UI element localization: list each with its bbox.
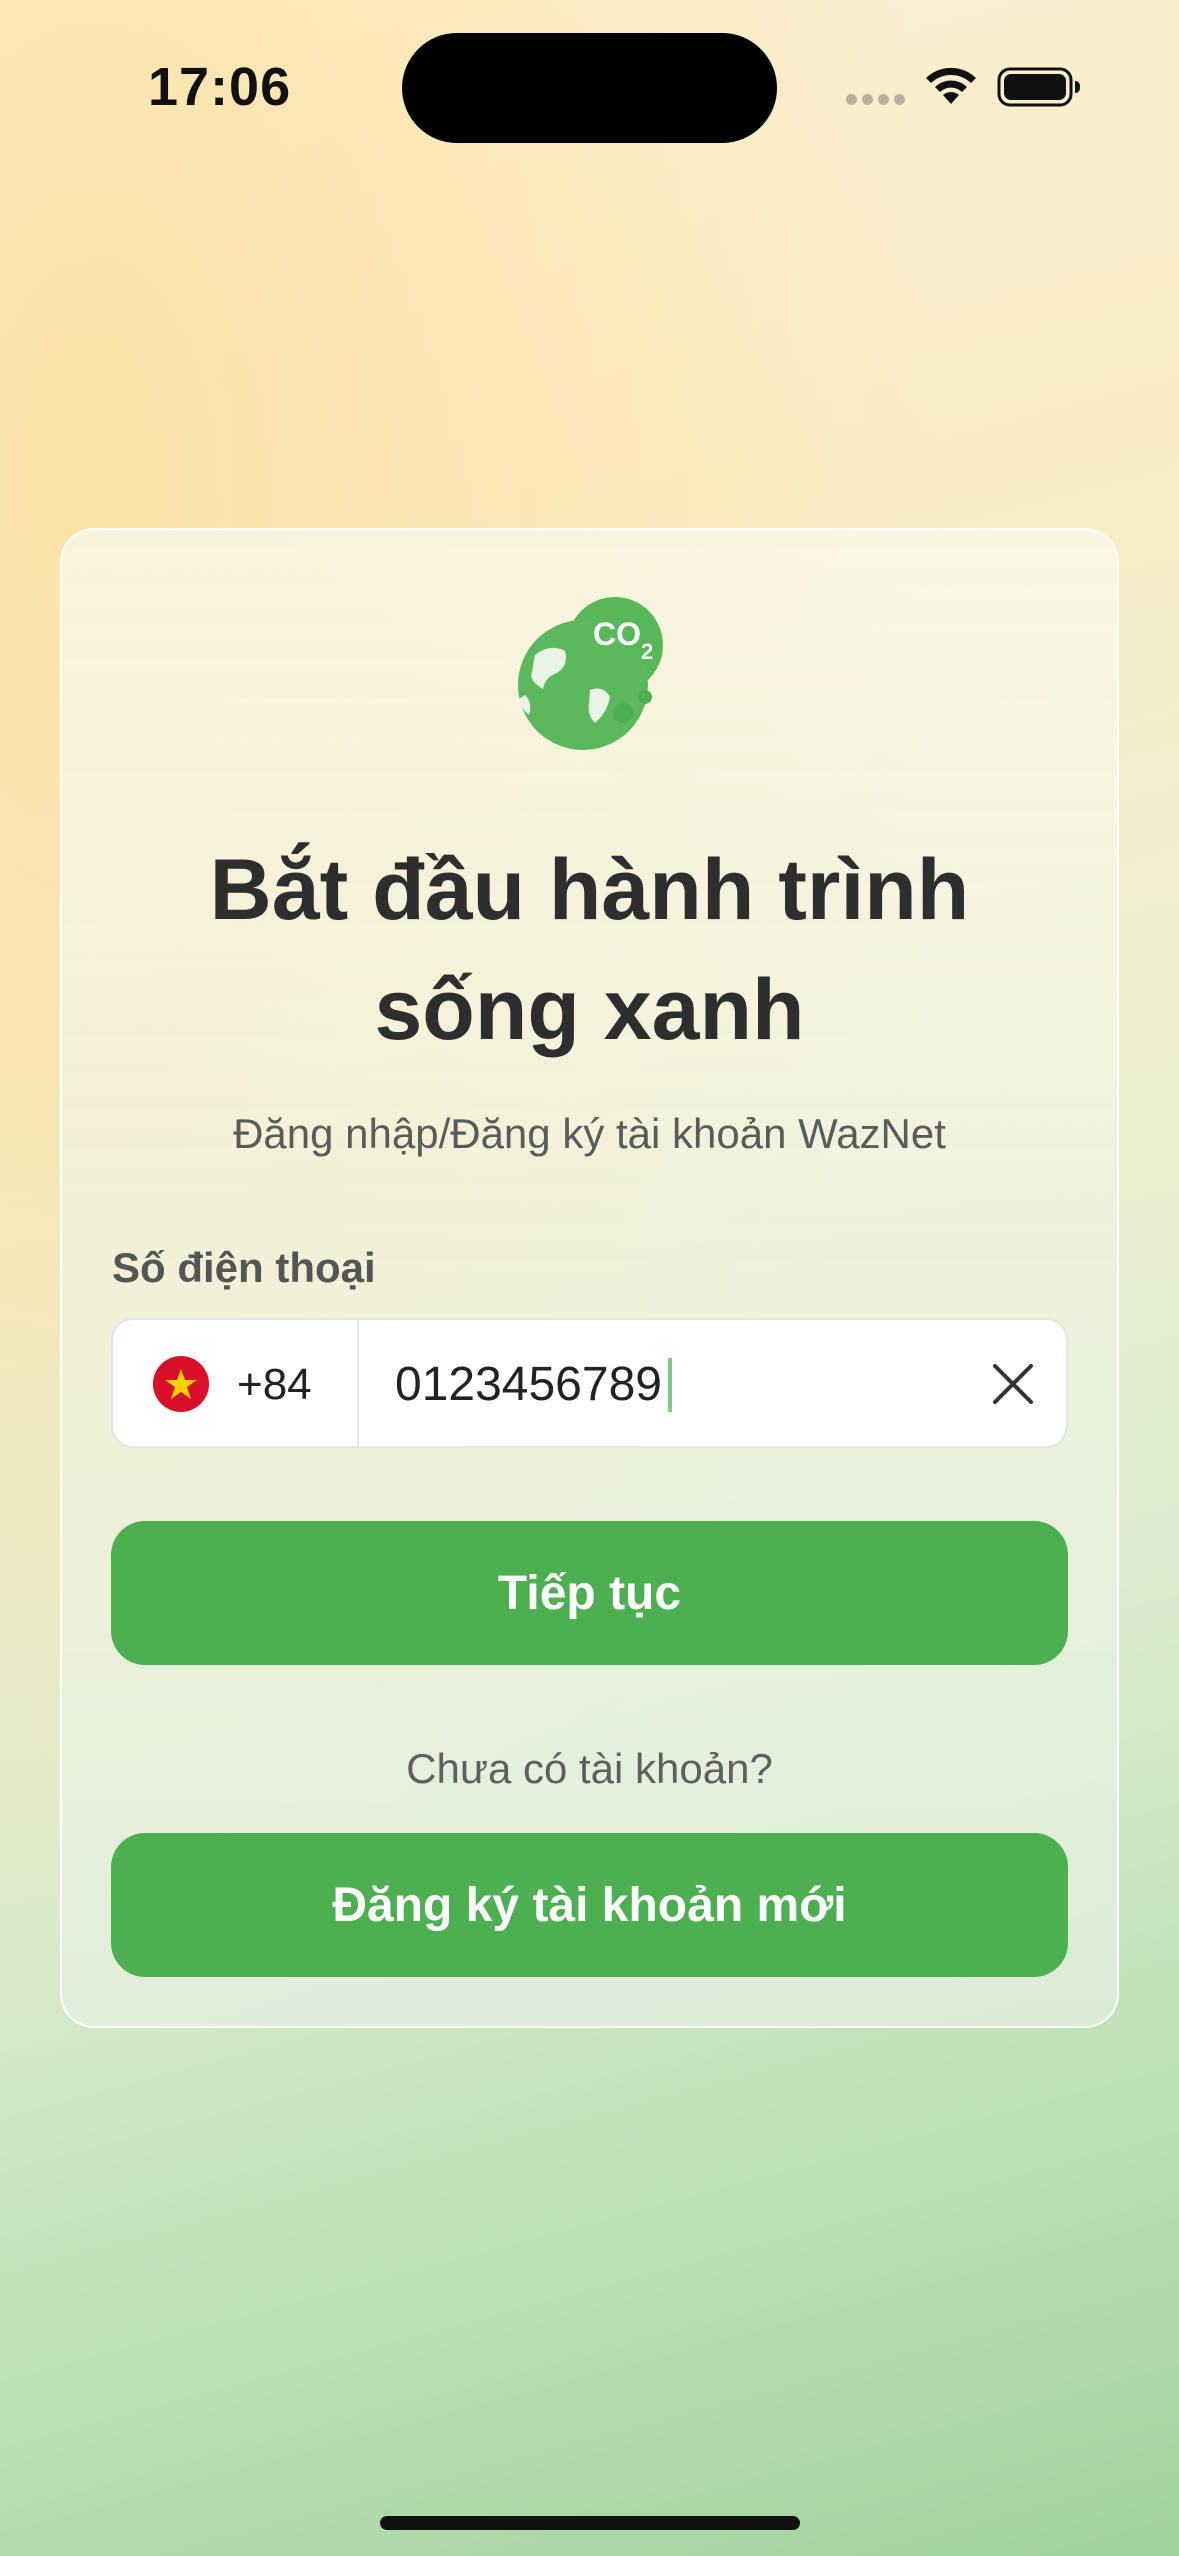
logo-co2-subscript: 2 (641, 639, 653, 664)
subtitle: Đăng nhập/Đăng ký tài khoản WazNet (233, 1110, 946, 1157)
close-icon[interactable] (991, 1362, 1035, 1406)
wifi-icon (926, 67, 976, 104)
phone-input[interactable] (395, 1344, 955, 1424)
country-code: +84 (237, 1360, 312, 1409)
status-bar: 17:06 (0, 0, 1179, 170)
cellular-signal-icon (846, 94, 906, 106)
register-button[interactable]: Đăng ký tài khoản mới (111, 1833, 1068, 1977)
status-time: 17:06 (148, 57, 292, 117)
country-code-selector[interactable]: +84 (113, 1320, 359, 1446)
no-account-text: Chưa có tài khoản? (406, 1745, 773, 1792)
logo-co2-text: CO (593, 616, 641, 652)
phone-label: Số điện thoại (112, 1244, 376, 1291)
phone-field: +84 (111, 1318, 1068, 1448)
dynamic-island (402, 33, 777, 143)
earth-co2-logo: CO 2 (518, 597, 663, 750)
home-indicator (380, 2516, 800, 2530)
vietnam-flag-icon (153, 1356, 209, 1412)
text-caret (668, 1358, 672, 1412)
title-line-2: sống xanh (374, 962, 805, 1058)
continue-button[interactable]: Tiếp tục (111, 1521, 1068, 1665)
battery-icon (997, 67, 1080, 107)
title-line-1: Bắt đầu hành trình (209, 842, 970, 938)
page-title: Bắt đầu hành trình sống xanh (60, 830, 1119, 1070)
